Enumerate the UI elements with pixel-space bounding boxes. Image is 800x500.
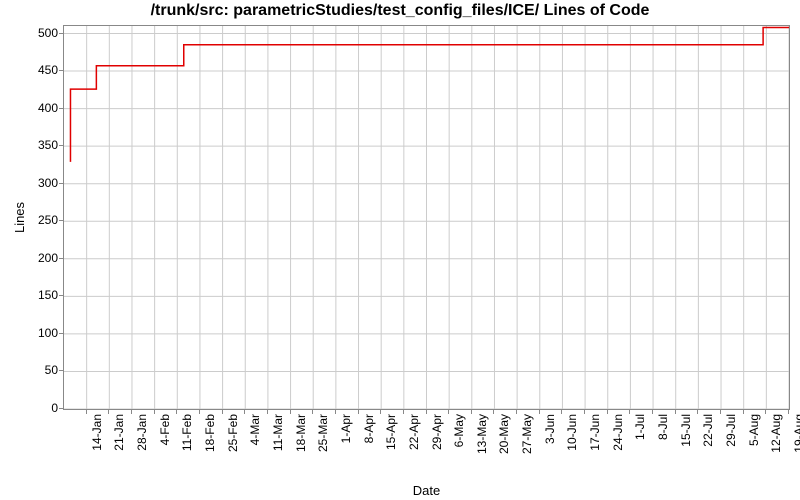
x-tick-label: 24-Jun [611, 414, 625, 451]
y-tick-mark [59, 258, 63, 259]
y-tick-mark [59, 145, 63, 146]
x-tick-label: 11-Mar [271, 414, 285, 451]
x-tick-mark [448, 410, 449, 414]
x-tick-label: 12-Aug [769, 414, 783, 453]
y-tick-label: 150 [8, 288, 58, 302]
x-tick-label: 5-Aug [747, 414, 761, 446]
plot-svg [64, 26, 789, 409]
x-tick-mark [652, 410, 653, 414]
y-tick-mark [59, 408, 63, 409]
x-tick-mark [743, 410, 744, 414]
x-tick-label: 28-Jan [135, 414, 149, 451]
x-tick-label: 15-Apr [384, 414, 398, 450]
x-tick-label: 22-Apr [407, 414, 421, 450]
x-tick-mark [675, 410, 676, 414]
x-tick-label: 14-Jan [90, 414, 104, 451]
x-tick-mark [584, 410, 585, 414]
x-tick-mark [176, 410, 177, 414]
y-tick-mark [59, 183, 63, 184]
x-tick-mark [765, 410, 766, 414]
y-tick-mark [59, 370, 63, 371]
x-tick-label: 1-Jul [633, 414, 647, 440]
series-line [70, 28, 789, 162]
gridlines-vertical [87, 26, 789, 409]
x-tick-mark [335, 410, 336, 414]
x-tick-label: 21-Jan [112, 414, 126, 451]
y-tick-label: 0 [8, 401, 58, 415]
x-tick-label: 15-Jul [679, 414, 693, 447]
x-tick-label: 22-Jul [701, 414, 715, 447]
y-tick-mark [59, 220, 63, 221]
x-tick-mark [697, 410, 698, 414]
x-tick-label: 8-Apr [362, 414, 376, 443]
y-tick-mark [59, 108, 63, 109]
x-tick-mark [267, 410, 268, 414]
x-axis-title: Date [63, 483, 790, 498]
x-tick-mark [108, 410, 109, 414]
x-tick-mark [720, 410, 721, 414]
x-tick-label: 10-Jun [565, 414, 579, 451]
x-tick-label: 11-Feb [180, 414, 194, 451]
x-tick-label: 4-Mar [248, 414, 262, 445]
chart-title: /trunk/src: parametricStudies/test_confi… [0, 2, 800, 20]
x-tick-mark [493, 410, 494, 414]
y-tick-label: 50 [8, 363, 58, 377]
y-tick-label: 500 [8, 26, 58, 40]
x-tick-mark [471, 410, 472, 414]
x-tick-mark [358, 410, 359, 414]
y-tick-mark [59, 70, 63, 71]
y-tick-mark [59, 33, 63, 34]
y-tick-label: 250 [8, 213, 58, 227]
x-tick-label: 6-May [452, 414, 466, 447]
x-tick-mark [199, 410, 200, 414]
y-tick-mark [59, 333, 63, 334]
x-tick-mark [539, 410, 540, 414]
x-tick-mark [788, 410, 789, 414]
x-tick-label: 25-Mar [316, 414, 330, 452]
x-tick-label: 18-Feb [203, 414, 217, 452]
x-tick-mark [380, 410, 381, 414]
y-tick-label: 450 [8, 63, 58, 77]
x-tick-label: 19-Aug [792, 414, 800, 453]
y-tick-label: 200 [8, 251, 58, 265]
x-tick-mark [403, 410, 404, 414]
loc-chart: /trunk/src: parametricStudies/test_confi… [0, 0, 800, 500]
y-tick-mark [59, 295, 63, 296]
x-tick-label: 20-May [497, 414, 511, 454]
x-tick-mark [561, 410, 562, 414]
y-tick-label: 400 [8, 101, 58, 115]
y-tick-label: 350 [8, 138, 58, 152]
x-tick-label: 17-Jun [588, 414, 602, 451]
x-tick-mark [290, 410, 291, 414]
x-tick-label: 29-Jul [724, 414, 738, 447]
plot-area [63, 25, 790, 410]
x-tick-mark [312, 410, 313, 414]
x-tick-label: 29-Apr [430, 414, 444, 450]
y-tick-label: 100 [8, 326, 58, 340]
x-tick-mark [629, 410, 630, 414]
x-tick-mark [154, 410, 155, 414]
x-tick-label: 18-Mar [294, 414, 308, 452]
x-tick-label: 27-May [520, 414, 534, 454]
x-tick-mark [86, 410, 87, 414]
x-tick-mark [244, 410, 245, 414]
x-tick-label: 8-Jul [656, 414, 670, 440]
x-tick-mark [222, 410, 223, 414]
x-tick-label: 4-Feb [158, 414, 172, 445]
x-tick-mark [607, 410, 608, 414]
x-tick-label: 3-Jun [543, 414, 557, 444]
x-tick-label: 13-May [475, 414, 489, 454]
x-tick-mark [131, 410, 132, 414]
x-tick-mark [516, 410, 517, 414]
x-tick-label: 25-Feb [226, 414, 240, 452]
y-tick-label: 300 [8, 176, 58, 190]
x-tick-label: 1-Apr [339, 414, 353, 443]
x-tick-mark [426, 410, 427, 414]
